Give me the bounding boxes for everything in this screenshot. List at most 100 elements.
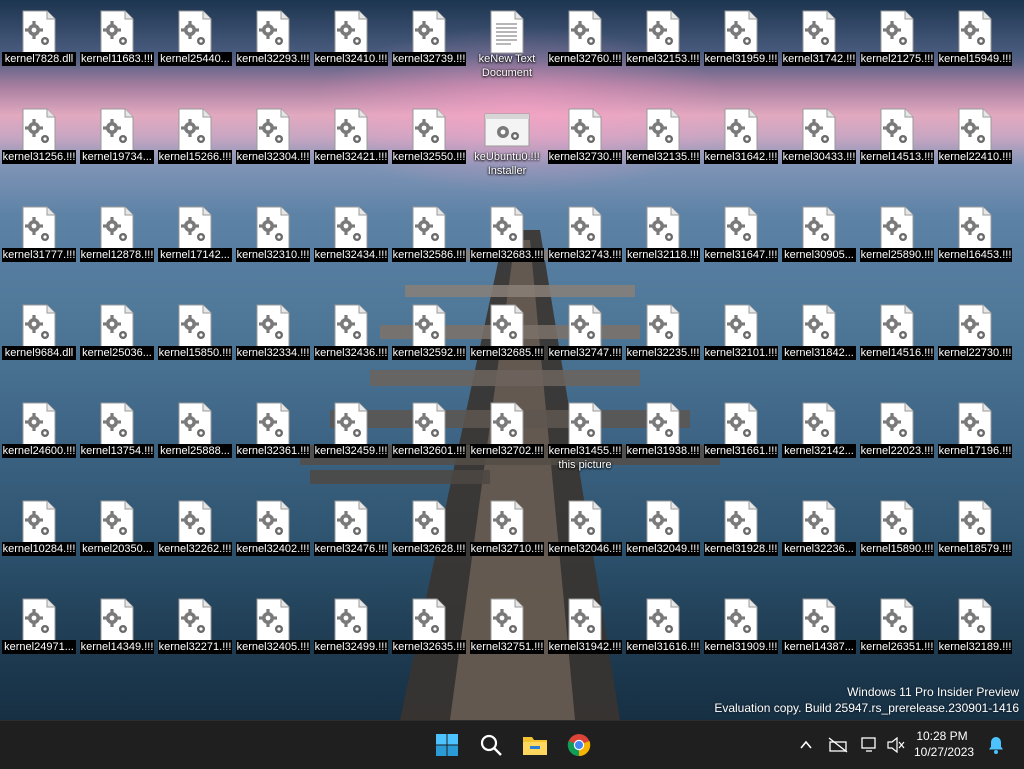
desktop-icon-file[interactable]: kernel32405.!!! bbox=[234, 590, 312, 686]
desktop-icon-file[interactable]: kernel10284.!!! bbox=[0, 492, 78, 588]
desktop-icon-file[interactable]: kernel17142... bbox=[156, 198, 234, 294]
desktop-icon-file[interactable]: kernel32739.!!! bbox=[390, 2, 468, 98]
desktop-icon-file[interactable]: kernel32271.!!! bbox=[156, 590, 234, 686]
desktop-icon-file[interactable]: kernel22730.!!! bbox=[936, 296, 1014, 392]
clock[interactable]: 10:28 PM 10/27/2023 bbox=[914, 728, 974, 760]
desktop-icon-file[interactable]: kernel32710.!!! bbox=[468, 492, 546, 588]
desktop-icon-file[interactable]: kernel20350... bbox=[78, 492, 156, 588]
desktop-icon-file[interactable]: kernel32361.!!! bbox=[234, 394, 312, 490]
desktop-icon-file[interactable]: kernel31742.!!! bbox=[780, 2, 858, 98]
desktop-icon-file[interactable]: kernel31642.!!! bbox=[702, 100, 780, 196]
desktop[interactable]: kernel7828.dll kernel11683.!!! kernel25440… bbox=[0, 0, 1024, 720]
desktop-icon-file[interactable]: kernel32459.!!! bbox=[312, 394, 390, 490]
desktop-icon-file[interactable]: kernel31959.!!! bbox=[702, 2, 780, 98]
desktop-icon-file[interactable]: kernel17196.!!! bbox=[936, 394, 1014, 490]
desktop-icon-file[interactable]: kernel25036... bbox=[78, 296, 156, 392]
notifications-button[interactable] bbox=[984, 733, 1008, 757]
desktop-icon-file[interactable]: kernel32334.!!! bbox=[234, 296, 312, 392]
desktop-icon-file[interactable]: kernel12878.!!! bbox=[78, 198, 156, 294]
desktop-icon-file[interactable]: kernel32101.!!! bbox=[702, 296, 780, 392]
desktop-icon-file[interactable]: kernel14349.!!! bbox=[78, 590, 156, 686]
desktop-icon-file[interactable]: kernel31647.!!! bbox=[702, 198, 780, 294]
desktop-icon-file[interactable]: kernel32702.!!! bbox=[468, 394, 546, 490]
desktop-icon-file[interactable]: kernel16453.!!! bbox=[936, 198, 1014, 294]
desktop-icon-file[interactable]: kernel15949.!!! bbox=[936, 2, 1014, 98]
desktop-icon-file[interactable]: kernel32046.!!! bbox=[546, 492, 624, 588]
desktop-icon-file[interactable]: kernel32760.!!! bbox=[546, 2, 624, 98]
chrome-button[interactable] bbox=[561, 727, 597, 763]
desktop-icon-file[interactable]: kernel32685.!!! bbox=[468, 296, 546, 392]
desktop-icon-file[interactable]: kernel18579.!!! bbox=[936, 492, 1014, 588]
desktop-icon-file[interactable]: kernel32476.!!! bbox=[312, 492, 390, 588]
volume-button[interactable] bbox=[884, 733, 908, 757]
desktop-icon-file[interactable]: kernel32743.!!! bbox=[546, 198, 624, 294]
desktop-icon-file[interactable]: kernel32293.!!! bbox=[234, 2, 312, 98]
desktop-icon-file[interactable]: kernel32747.!!! bbox=[546, 296, 624, 392]
display-button[interactable] bbox=[858, 733, 882, 757]
desktop-icon-file[interactable]: kernel22023.!!! bbox=[858, 394, 936, 490]
desktop-icon-file[interactable]: kernel32751.!!! bbox=[468, 590, 546, 686]
show-hidden-icons-button[interactable] bbox=[794, 733, 818, 757]
desktop-icon-file[interactable]: kernel14387... bbox=[780, 590, 858, 686]
desktop-icon-file[interactable]: kernel32118.!!! bbox=[624, 198, 702, 294]
desktop-icon-file[interactable]: kernel31777.!!! bbox=[0, 198, 78, 294]
desktop-icon-file[interactable]: kernel32049.!!! bbox=[624, 492, 702, 588]
desktop-icon-file[interactable]: kernel32586.!!! bbox=[390, 198, 468, 294]
desktop-icon-file[interactable]: kernel15266.!!! bbox=[156, 100, 234, 196]
desktop-icon-file[interactable]: kernel25890.!!! bbox=[858, 198, 936, 294]
desktop-icon-file[interactable]: kernel19734... bbox=[78, 100, 156, 196]
desktop-icon-file[interactable]: kernel31661.!!! bbox=[702, 394, 780, 490]
desktop-icon-file[interactable]: kernel15850.!!! bbox=[156, 296, 234, 392]
desktop-icon-file[interactable]: kernel32235.!!! bbox=[624, 296, 702, 392]
desktop-icon-file[interactable]: kernel21275.!!! bbox=[858, 2, 936, 98]
desktop-icon-file[interactable]: kernel32434.!!! bbox=[312, 198, 390, 294]
desktop-icon-file[interactable]: kernel30433.!!! bbox=[780, 100, 858, 196]
desktop-icon-file[interactable]: kernel32236... bbox=[780, 492, 858, 588]
desktop-icon-file[interactable]: kernel32635.!!! bbox=[390, 590, 468, 686]
desktop-icon-file[interactable]: kernel32421.!!! bbox=[312, 100, 390, 196]
desktop-icon-file[interactable]: kernel25440... bbox=[156, 2, 234, 98]
desktop-icon-file[interactable]: kernel32153.!!! bbox=[624, 2, 702, 98]
desktop-icon-file[interactable]: kernel32135.!!! bbox=[624, 100, 702, 196]
desktop-icon-file[interactable]: kernel31256.!!! bbox=[0, 100, 78, 196]
desktop-icon-file[interactable]: kernel9684.dll bbox=[0, 296, 78, 392]
start-button[interactable] bbox=[429, 727, 465, 763]
desktop-icon-file[interactable]: kernel32410.!!! bbox=[312, 2, 390, 98]
desktop-icon-file[interactable]: kernel32499.!!! bbox=[312, 590, 390, 686]
desktop-icon-file[interactable]: kernel32262.!!! bbox=[156, 492, 234, 588]
desktop-icon-file[interactable]: kernel7828.dll bbox=[0, 2, 78, 98]
search-button[interactable] bbox=[473, 727, 509, 763]
desktop-icon-file[interactable]: kernel32683.!!! bbox=[468, 198, 546, 294]
desktop-icon-file[interactable]: kernel31909.!!! bbox=[702, 590, 780, 686]
desktop-icon-file[interactable]: kernel31942.!!! bbox=[546, 590, 624, 686]
desktop-icon-file[interactable]: kernel32402.!!! bbox=[234, 492, 312, 588]
desktop-icon-file[interactable]: kernel32189.!!! bbox=[936, 590, 1014, 686]
desktop-icon-file[interactable]: kernel31842... bbox=[780, 296, 858, 392]
desktop-icon-file[interactable]: kernel14513.!!! bbox=[858, 100, 936, 196]
desktop-icon-file[interactable]: kernel31455.!!! this picture bbox=[546, 394, 624, 490]
network-button[interactable] bbox=[826, 733, 850, 757]
desktop-icon-file[interactable]: kernel22410.!!! bbox=[936, 100, 1014, 196]
desktop-icon-file[interactable]: kernel32310.!!! bbox=[234, 198, 312, 294]
file-explorer-button[interactable] bbox=[517, 727, 553, 763]
desktop-icon-file[interactable]: kernel30905... bbox=[780, 198, 858, 294]
desktop-icon-file[interactable]: kernel32436.!!! bbox=[312, 296, 390, 392]
desktop-icon-file[interactable]: kernel32142... bbox=[780, 394, 858, 490]
desktop-icon-file[interactable]: kernel32601.!!! bbox=[390, 394, 468, 490]
desktop-icon-file[interactable]: kernel32730.!!! bbox=[546, 100, 624, 196]
desktop-icon-file[interactable]: kernel31938.!!! bbox=[624, 394, 702, 490]
desktop-icon-file[interactable]: kernel32592.!!! bbox=[390, 296, 468, 392]
desktop-icon-file[interactable]: kernel32550.!!! bbox=[390, 100, 468, 196]
desktop-icon-file[interactable]: kernel25888... bbox=[156, 394, 234, 490]
desktop-icon-file[interactable]: kernel15890.!!! bbox=[858, 492, 936, 588]
desktop-icon-file[interactable]: kernel24971... bbox=[0, 590, 78, 686]
desktop-icon-file[interactable]: kernel13754.!!! bbox=[78, 394, 156, 490]
desktop-icon-file[interactable]: kernel24600.!!! bbox=[0, 394, 78, 490]
desktop-icon-file[interactable]: kernel26351.!!! bbox=[858, 590, 936, 686]
desktop-icon-text-document[interactable]: keNew Text Document bbox=[468, 2, 546, 98]
desktop-icon-file[interactable]: kernel31928.!!! bbox=[702, 492, 780, 588]
desktop-icon-file[interactable]: kernel32628.!!! bbox=[390, 492, 468, 588]
desktop-icon-file[interactable]: kernel11683.!!! bbox=[78, 2, 156, 98]
desktop-icon-file[interactable]: kernel32304.!!! bbox=[234, 100, 312, 196]
desktop-icon-file[interactable]: kernel31616.!!! bbox=[624, 590, 702, 686]
